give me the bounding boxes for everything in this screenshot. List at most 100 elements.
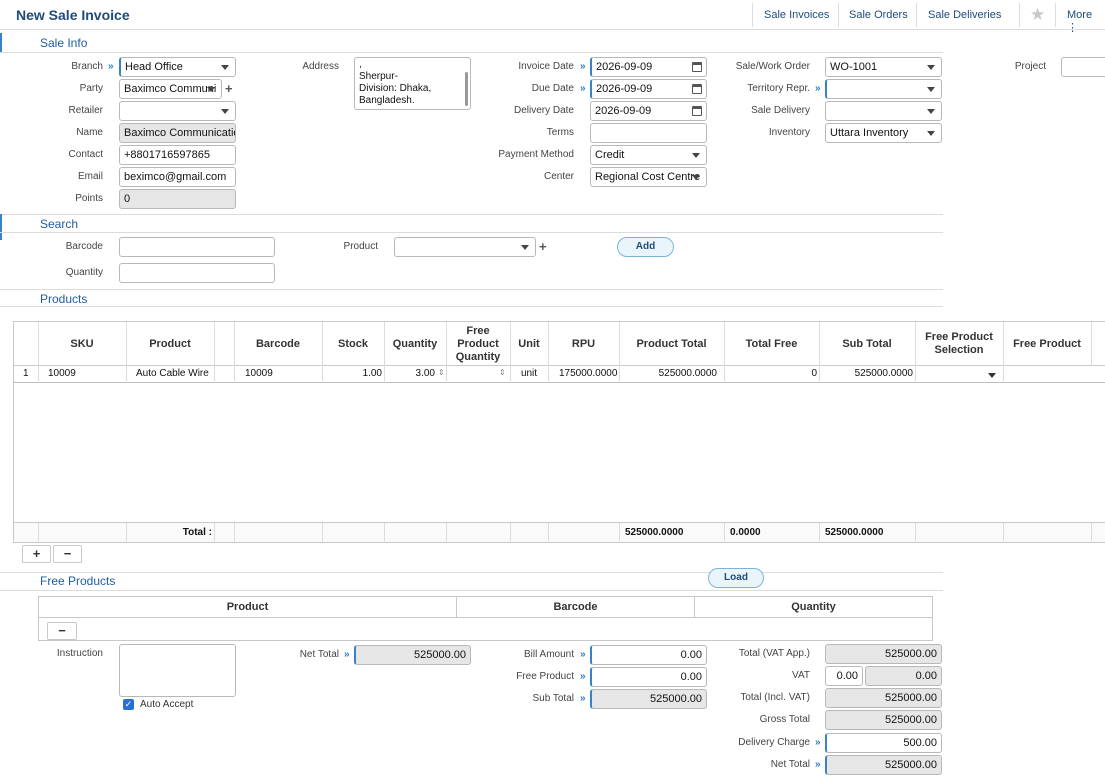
products-grid: SKU Product Barcode Stock Quantity Free … [13, 321, 1105, 543]
col-header-stock[interactable]: Stock [322, 322, 384, 366]
auto-accept-checkbox[interactable]: ✓ [123, 699, 134, 710]
col-divider [322, 523, 323, 543]
section-title-free-products: Free Products [40, 574, 116, 588]
quantity-input[interactable] [119, 263, 275, 283]
delivery-charge-field[interactable]: 500.00 [825, 733, 942, 753]
total-vat-app-label: Total (VAT App.) [738, 648, 810, 659]
sale-deliveries-link[interactable]: Sale Deliveries [928, 9, 1001, 21]
auto-accept-label: Auto Accept [140, 699, 194, 710]
territory-repr-select[interactable] [825, 79, 942, 99]
bill-amount-label: Bill Amount [523, 649, 574, 660]
col-header-barcode[interactable]: Barcode [456, 597, 694, 618]
cell-unit: unit [520, 368, 538, 379]
total-vat-app-field[interactable]: 525000.00 [825, 644, 942, 664]
col-header-free-product-selection[interactable]: Free Product Selection [915, 322, 1003, 366]
chevron-down-icon [521, 245, 529, 250]
col-header-quantity[interactable]: Quantity [384, 322, 446, 366]
col-divider [548, 322, 549, 366]
star-icon[interactable]: ★ [1030, 5, 1045, 25]
due-date-label: Due Date [531, 83, 574, 94]
chevron-right-icon: » [580, 61, 586, 72]
delivery-date-value: 2026-09-09 [595, 105, 652, 117]
add-product-icon[interactable]: + [539, 239, 547, 254]
chevron-right-icon: » [815, 759, 821, 770]
territory-repr-label: Territory Repr. [747, 83, 810, 94]
cell-quantity[interactable]: 3.00 [384, 368, 435, 379]
retailer-select[interactable] [119, 101, 236, 121]
chevron-down-icon[interactable] [988, 373, 996, 378]
vat-label: VAT [792, 670, 810, 681]
load-button[interactable]: Load [708, 568, 764, 588]
col-header-product-total[interactable]: Product Total [619, 322, 724, 366]
add-row-button[interactable]: + [22, 545, 51, 563]
col-header-total-free[interactable]: Total Free [724, 322, 819, 366]
header-line: Free Product [925, 331, 993, 343]
contact-label: Contact [68, 149, 103, 160]
stepper-icon[interactable]: ⇕ [438, 368, 445, 377]
col-header-product[interactable]: Product [39, 597, 456, 618]
add-party-icon[interactable]: + [225, 81, 233, 96]
vat-rate-field[interactable]: 0.00 [825, 666, 863, 686]
col-header-sku[interactable]: SKU [38, 322, 126, 366]
sale-orders-link[interactable]: Sale Orders [849, 9, 908, 21]
center-select[interactable]: Regional Cost Centre [590, 167, 707, 187]
barcode-label: Barcode [65, 241, 103, 252]
col-divider [619, 322, 620, 366]
col-header-free-product-quantity[interactable]: Free Product Quantity [446, 322, 510, 366]
col-header-free-product[interactable]: Free Product [1003, 322, 1091, 366]
project-field[interactable] [1061, 57, 1105, 77]
table-row[interactable]: 1 10009 Auto Cable Wire 10009 1.00 3.00 … [14, 366, 1105, 383]
col-header-barcode[interactable]: Barcode [234, 322, 322, 366]
col-divider [38, 366, 39, 383]
col-header-quantity[interactable]: Quantity [694, 597, 932, 618]
points-field[interactable]: 0 [119, 189, 236, 209]
contact-field[interactable]: +8801716597865 [119, 145, 236, 165]
address-line: Division: Dhaka, [359, 83, 432, 94]
sale-delivery-select[interactable] [825, 101, 942, 121]
stepper-icon[interactable]: ⇕ [499, 368, 506, 377]
name-field[interactable]: Baximco Communication [119, 123, 236, 143]
footer-product-total: 525000.0000 [625, 527, 684, 538]
product-select[interactable] [394, 237, 536, 257]
section-marker [0, 33, 2, 53]
more-menu[interactable]: More ⋮ [1067, 9, 1105, 34]
col-header-rpu[interactable]: RPU [548, 322, 619, 366]
cell-total-free: 0 [811, 368, 817, 379]
col-divider [446, 366, 447, 383]
divider [752, 3, 753, 27]
section-divider [0, 214, 943, 215]
col-header-sub-total[interactable]: Sub Total [819, 322, 915, 366]
col-divider [38, 523, 39, 543]
inventory-select[interactable]: Uttara Inventory [825, 123, 942, 143]
delivery-charge-label: Delivery Charge [738, 737, 810, 748]
payment-method-select[interactable]: Credit [590, 145, 707, 165]
sale-invoices-link[interactable]: Sale Invoices [764, 9, 829, 21]
col-divider [126, 523, 127, 543]
col-divider [446, 523, 447, 543]
email-field[interactable]: beximco@gmail.com [119, 167, 236, 187]
party-value: Baximco Communi [124, 83, 217, 95]
address-line: Bangladesh. [359, 95, 415, 106]
col-header-unit[interactable]: Unit [510, 322, 548, 366]
col-header-product[interactable]: Product [126, 322, 214, 366]
col-divider [322, 322, 323, 366]
vat-amount-field[interactable]: 0.00 [865, 666, 942, 686]
center-value: Regional Cost Centre [595, 171, 701, 183]
inventory-label: Inventory [768, 127, 810, 138]
sale-work-order-select[interactable]: WO-1001 [825, 57, 942, 77]
quantity-label: Quantity [65, 267, 103, 278]
remove-row-button[interactable]: − [53, 545, 82, 563]
net-total-right-field[interactable]: 525000.00 [825, 755, 942, 775]
col-divider [322, 366, 323, 383]
col-divider [214, 322, 215, 366]
page-title: New Sale Invoice [16, 7, 130, 23]
add-button[interactable]: Add [617, 237, 674, 257]
party-select[interactable]: Baximco Communi [119, 79, 222, 99]
col-divider [234, 523, 235, 543]
cell-sub-total: 525000.0000 [854, 368, 913, 379]
total-incl-vat-field[interactable]: 525000.00 [825, 688, 942, 708]
remove-row-button[interactable]: − [47, 622, 77, 640]
barcode-input[interactable] [119, 237, 275, 257]
gross-total-field[interactable]: 525000.00 [825, 710, 942, 730]
email-label: Email [77, 171, 103, 182]
